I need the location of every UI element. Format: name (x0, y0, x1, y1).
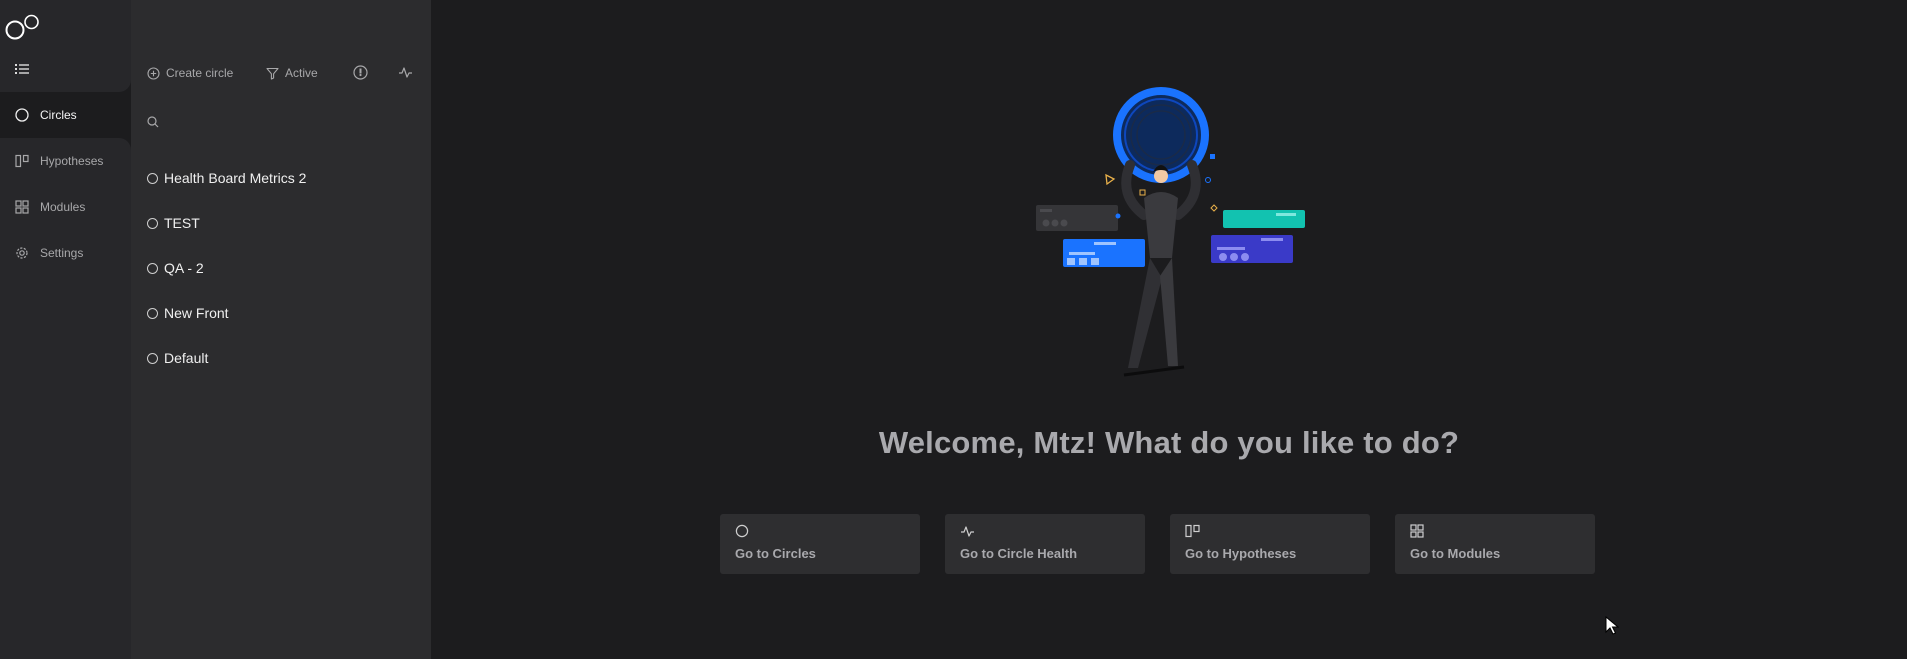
circle-icon (147, 217, 158, 229)
go-to-modules-button[interactable]: Go to Modules (1395, 514, 1595, 574)
nav-item-label: Circles (40, 108, 77, 122)
nav-item-label: Settings (40, 246, 84, 260)
circle-icon (147, 307, 158, 319)
pulse-icon (399, 67, 412, 78)
gear-icon (14, 245, 30, 261)
mouse-cursor-icon (1605, 616, 1619, 635)
search-input[interactable] (167, 114, 401, 130)
circle-icon (147, 352, 158, 364)
circle-name: Default (164, 350, 209, 366)
nav-item-hypotheses[interactable]: Hypotheses (0, 141, 131, 181)
circle-icon (147, 262, 158, 274)
main-navigation: Circles Hypotheses Modules Settings (0, 0, 131, 659)
nav-item-modules[interactable]: Modules (0, 187, 131, 227)
search-bar[interactable] (147, 113, 407, 131)
list-item[interactable]: TEST (147, 215, 200, 231)
circle-icon (14, 107, 30, 123)
circle-name: New Front (164, 305, 229, 321)
action-label: Go to Circle Health (960, 546, 1078, 561)
nav-item-circles[interactable]: Circles (0, 95, 131, 135)
filter-icon (266, 67, 279, 80)
action-label: Go to Circles (735, 546, 816, 561)
list-item[interactable]: Default (147, 350, 208, 366)
list-item[interactable]: QA - 2 (147, 260, 204, 276)
filter-button[interactable]: Active (266, 66, 318, 80)
go-to-hypotheses-button[interactable]: Go to Hypotheses (1170, 514, 1370, 574)
welcome-illustration (1036, 87, 1305, 377)
circle-health-button[interactable] (398, 66, 419, 79)
action-label: Go to Hypotheses (1185, 546, 1297, 561)
welcome-area: Welcome, Mtz! What do you like to do? Go… (431, 0, 1907, 659)
go-to-circle-health-button[interactable]: Go to Circle Health (945, 514, 1145, 574)
search-icon (147, 116, 159, 128)
welcome-heading: Welcome, Mtz! What do you like to do? (878, 425, 1460, 460)
pulse-icon (961, 526, 974, 537)
list-item[interactable]: New Front (147, 305, 229, 321)
nav-item-settings[interactable]: Settings (0, 233, 131, 273)
metrics-button[interactable] (353, 65, 374, 80)
circle-icon (147, 172, 158, 184)
circles-panel: Create circle Active Health Board Metric… (131, 0, 431, 659)
hypotheses-icon (14, 153, 30, 169)
menu-toggle-icon[interactable] (14, 62, 30, 76)
circle-icon (735, 524, 749, 538)
circle-name: Health Board Metrics 2 (164, 170, 307, 186)
nav-item-label: Modules (40, 200, 86, 214)
circle-name: TEST (164, 215, 200, 231)
create-circle-label: Create circle (166, 66, 234, 80)
filter-label: Active (285, 66, 318, 80)
modules-icon (14, 199, 30, 215)
create-circle-button[interactable]: Create circle (147, 66, 233, 80)
list-item[interactable]: Health Board Metrics 2 (147, 170, 306, 186)
circle-name: QA - 2 (164, 260, 204, 276)
hypotheses-icon (1185, 524, 1200, 538)
nav-item-label: Hypotheses (40, 154, 104, 168)
add-circle-icon (147, 66, 160, 80)
modules-icon (1410, 524, 1424, 538)
app-logo[interactable] (4, 14, 44, 42)
go-to-circles-button[interactable]: Go to Circles (720, 514, 920, 574)
action-label: Go to Modules (1410, 546, 1501, 561)
gauge-icon (353, 65, 368, 80)
